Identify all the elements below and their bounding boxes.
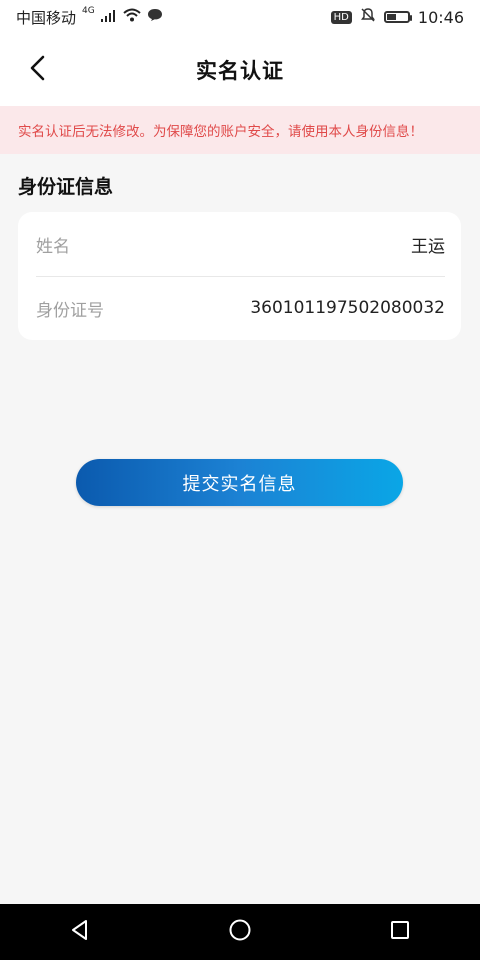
submit-button[interactable]: 提交实名信息 — [76, 459, 403, 506]
warning-text: 实名认证后无法修改。为保障您的账户安全，请使用本人身份信息！ — [18, 124, 423, 140]
system-nav-bar — [0, 904, 480, 960]
name-value[interactable]: 王运 — [411, 232, 445, 257]
nav-home-button[interactable] — [216, 908, 264, 956]
chevron-left-icon — [28, 55, 48, 85]
id-number-label: 身份证号 — [36, 300, 104, 321]
nav-back-button[interactable] — [56, 908, 104, 956]
status-right: HD 10:46 — [330, 7, 464, 27]
page-title: 实名认证 — [196, 59, 284, 83]
section-title: 身份证信息 — [18, 176, 114, 198]
app-header: 实名认证 — [0, 34, 480, 106]
name-label: 姓名 — [36, 236, 70, 257]
mute-bell-icon — [360, 7, 376, 27]
circle-home-icon — [228, 918, 252, 946]
status-left: 中国移动 4G — [16, 5, 163, 28]
submit-button-label: 提交实名信息 — [182, 473, 297, 495]
network-type: 4G — [82, 5, 95, 16]
battery-fill — [386, 14, 396, 20]
triangle-back-icon — [69, 919, 91, 945]
id-info-card: 姓名 王运 身份证号 360101197502080032 — [18, 212, 461, 340]
signal-icon — [100, 8, 117, 26]
id-number-value[interactable]: 360101197502080032 — [250, 298, 445, 318]
square-recent-icon — [389, 919, 411, 945]
status-bar: 中国移动 4G HD 10:46 — [0, 0, 480, 34]
id-number-row[interactable]: 身份证号 360101197502080032 — [18, 276, 461, 340]
message-icon — [147, 8, 163, 26]
wifi-icon — [123, 8, 141, 26]
battery-icon — [383, 11, 412, 23]
clock-time: 10:46 — [417, 7, 464, 27]
carrier-label: 中国移动 — [16, 8, 77, 27]
hd-badge: HD — [330, 10, 352, 24]
warning-banner: 实名认证后无法修改。为保障您的账户安全，请使用本人身份信息！ — [0, 106, 480, 154]
nav-recent-button[interactable] — [376, 908, 424, 956]
back-button[interactable] — [24, 55, 52, 85]
name-row[interactable]: 姓名 王运 — [18, 212, 461, 276]
